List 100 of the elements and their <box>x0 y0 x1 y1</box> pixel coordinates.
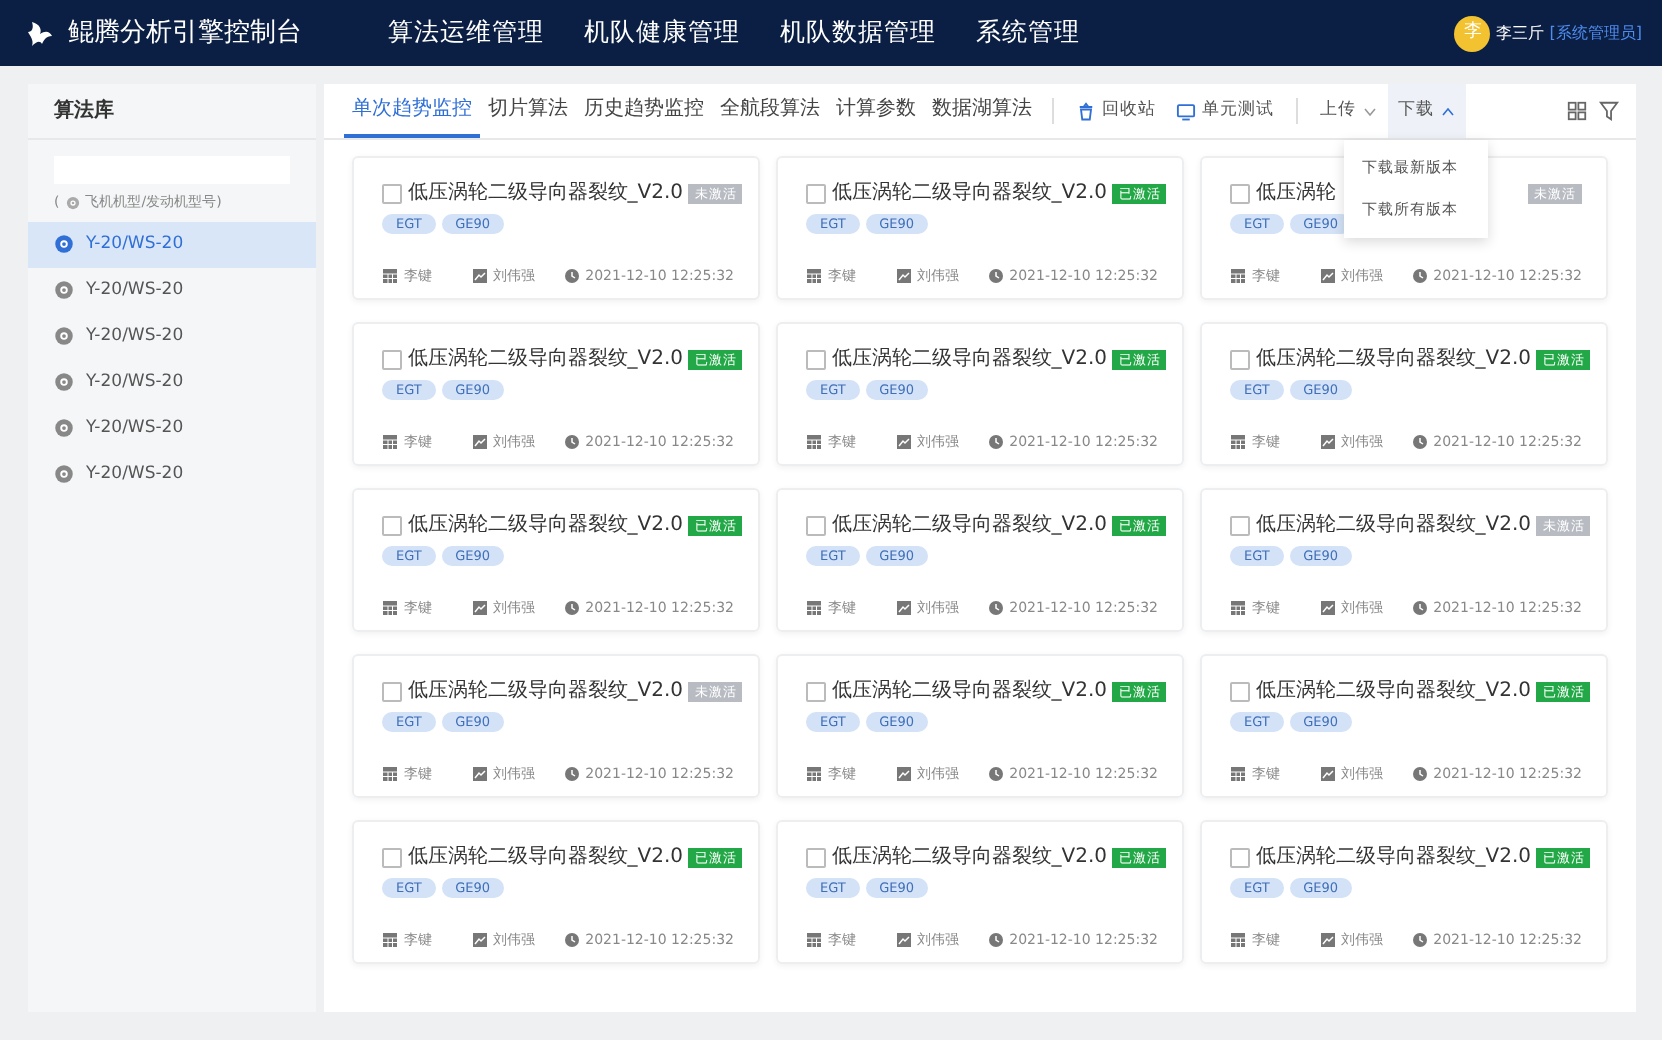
table-icon <box>806 765 822 782</box>
dropdown-button[interactable]: 下载 <box>1388 84 1466 138</box>
sidebar-title: 算法库 <box>28 84 316 140</box>
clock-icon <box>563 433 580 450</box>
chart-icon <box>471 765 488 782</box>
clock-icon <box>563 931 580 948</box>
checkbox[interactable] <box>1230 681 1250 701</box>
chart-icon <box>895 267 912 284</box>
filter-icon[interactable] <box>1598 100 1620 122</box>
nav-menu-item[interactable]: 机队数据管理 <box>760 14 956 52</box>
clock-icon <box>987 267 1004 284</box>
chart-icon <box>1319 433 1336 450</box>
sidebar-item[interactable]: Y-20/WS-20 <box>28 405 316 451</box>
user-role: [系统管理员] <box>1549 21 1642 45</box>
table-icon <box>1230 267 1246 284</box>
checkbox[interactable] <box>806 349 826 369</box>
table-icon <box>382 765 398 782</box>
clock-icon <box>987 599 1004 616</box>
card-title: 低压涡轮二级导向器裂纹_V2.0 <box>831 843 1107 872</box>
table-icon <box>1230 433 1246 450</box>
tab[interactable]: 单次趋势监控 <box>344 84 480 138</box>
gear-icon <box>54 418 74 438</box>
table-icon <box>1230 599 1246 616</box>
card-title: 低压涡轮二级导向器裂纹_V2.0 <box>407 345 683 374</box>
card-title: 低压涡轮二级导向器裂纹_V2.0 <box>407 179 683 208</box>
caret-icon <box>1362 103 1378 119</box>
tab[interactable]: 历史趋势监控 <box>576 84 712 138</box>
nav-menu-item[interactable]: 算法运维管理 <box>368 14 564 52</box>
checkbox[interactable] <box>382 681 402 701</box>
checkbox[interactable] <box>382 515 402 535</box>
card-title: 低压涡轮 <box>1255 180 1336 208</box>
table-icon <box>382 599 398 616</box>
card-title: 低压涡轮二级导向器裂纹_V2.0 <box>1255 511 1531 540</box>
checkbox[interactable] <box>806 183 826 203</box>
table-icon <box>382 433 398 450</box>
grid-view-icon[interactable] <box>1565 100 1587 122</box>
checkbox[interactable] <box>806 515 826 535</box>
chart-icon <box>895 433 912 450</box>
card-title: 低压涡轮二级导向器裂纹_V2.0 <box>407 511 683 540</box>
tab[interactable]: 切片算法 <box>480 84 576 138</box>
clock-icon <box>1411 765 1428 782</box>
card-title: 低压涡轮二级导向器裂纹_V2.0 <box>831 677 1107 706</box>
table-icon <box>806 599 822 616</box>
gear-icon <box>65 195 80 210</box>
sidebar-item[interactable]: Y-20/WS-20 <box>28 359 316 405</box>
checkbox[interactable] <box>1230 183 1250 203</box>
table-icon <box>1230 931 1246 948</box>
checkbox[interactable] <box>1230 349 1250 369</box>
clock-icon <box>1411 433 1428 450</box>
dropdown-button[interactable]: 上传 <box>1310 84 1388 138</box>
sidebar-item[interactable]: Y-20/WS-20 <box>28 267 316 313</box>
card-title: 低压涡轮二级导向器裂纹_V2.0 <box>831 345 1107 374</box>
chart-icon <box>1319 599 1336 616</box>
sidebar-item[interactable]: Y-20/WS-20 <box>28 451 316 497</box>
gear-icon <box>54 464 74 484</box>
chart-icon <box>471 267 488 284</box>
tab[interactable]: 数据湖算法 <box>924 84 1040 138</box>
gear-icon <box>54 326 74 346</box>
nav-menu-item[interactable]: 系统管理 <box>956 14 1100 52</box>
tab[interactable]: 全航段算法 <box>712 84 828 138</box>
clock-icon <box>987 931 1004 948</box>
toolbar-button[interactable]: 回收站 <box>1066 84 1166 138</box>
checkbox[interactable] <box>382 847 402 867</box>
card-title: 低压涡轮二级导向器裂纹_V2.0 <box>407 843 683 872</box>
card-title: 低压涡轮二级导向器裂纹_V2.0 <box>1255 843 1531 872</box>
chart-icon <box>895 931 912 948</box>
logo-icon <box>24 17 56 49</box>
chart-icon <box>471 599 488 616</box>
caret-icon <box>1440 103 1456 119</box>
user-name: 李三斤 <box>1496 21 1544 45</box>
card-title: 低压涡轮二级导向器裂纹_V2.0 <box>1255 677 1531 706</box>
table-icon <box>1230 765 1246 782</box>
sidebar-item[interactable]: Y-20/WS-20 <box>28 221 316 267</box>
chart-icon <box>895 599 912 616</box>
card-title: 低压涡轮二级导向器裂纹_V2.0 <box>1255 345 1531 374</box>
checkbox[interactable] <box>1230 847 1250 867</box>
checkbox[interactable] <box>806 681 826 701</box>
clock-icon <box>987 765 1004 782</box>
checkbox[interactable] <box>806 847 826 867</box>
monitor-icon <box>1176 101 1196 121</box>
checkbox[interactable] <box>1230 515 1250 535</box>
checkbox[interactable] <box>382 349 402 369</box>
clock-icon <box>1411 931 1428 948</box>
chart-icon <box>1319 765 1336 782</box>
card-title: 低压涡轮二级导向器裂纹_V2.0 <box>831 511 1107 540</box>
toolbar-button[interactable]: 单元测试 <box>1166 84 1284 138</box>
tab[interactable]: 计算参数 <box>828 84 924 138</box>
chart-icon <box>471 931 488 948</box>
sidebar-item[interactable]: Y-20/WS-20 <box>28 313 316 359</box>
app-title: 鲲腾分析引擎控制台 <box>68 15 304 52</box>
gear-icon <box>54 234 74 254</box>
trash-icon <box>1076 101 1096 121</box>
nav-menu-item[interactable]: 机队健康管理 <box>564 14 760 52</box>
chart-icon <box>895 765 912 782</box>
table-icon <box>806 267 822 284</box>
table-icon <box>806 433 822 450</box>
card-title: 低压涡轮二级导向器裂纹_V2.0 <box>831 179 1107 208</box>
checkbox[interactable] <box>382 183 402 203</box>
table-icon <box>382 267 398 284</box>
clock-icon <box>563 765 580 782</box>
